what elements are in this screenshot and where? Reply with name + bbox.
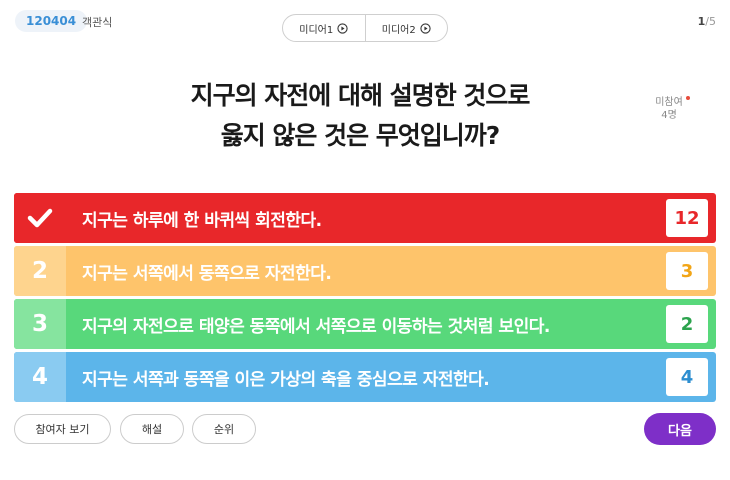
question-line-2: 옳지 않은 것은 무엇입니까? (220, 121, 501, 150)
answer-2-count: 3 (666, 252, 708, 290)
notification-dot (686, 96, 690, 100)
answer-option-4: 4 지구는 서쪽과 동쪽을 이은 가상의 축을 중심으로 자전한다. 4 (14, 352, 716, 402)
next-button[interactable]: 다음 (644, 413, 716, 445)
answer-option-2: 2 지구는 서쪽에서 동쪽으로 자전한다. 3 (14, 246, 716, 296)
answer-list: 지구는 하루에 한 바퀴씩 회전한다. 12 2 지구는 서쪽에서 동쪽으로 자… (14, 193, 716, 405)
explanation-button[interactable]: 해설 (120, 414, 184, 444)
answer-1-marker (14, 193, 66, 243)
play-circle-icon (337, 22, 348, 34)
answer-3-marker: 3 (14, 299, 66, 349)
media1-label: 미디어1 (299, 24, 334, 36)
answer-option-1: 지구는 하루에 한 바퀴씩 회전한다. 12 (14, 193, 716, 243)
play-circle-icon (420, 22, 431, 34)
media1-button[interactable]: 미디어1 (283, 15, 365, 41)
answer-4-text: 지구는 서쪽과 동쪽을 이은 가상의 축을 중심으로 자전한다. (82, 369, 490, 390)
media2-button[interactable]: 미디어2 (364, 15, 448, 41)
absent-count: 4명 (661, 110, 677, 121)
answer-option-3: 3 지구의 자전으로 태양은 동쪽에서 서쪽으로 이동하는 것처럼 보인다. 2 (14, 299, 716, 349)
absent-indicator: 미참여 4명 (645, 96, 693, 122)
answer-4-marker: 4 (14, 352, 66, 402)
answer-2-text: 지구는 서쪽에서 동쪽으로 자전한다. (82, 263, 332, 284)
media-button-group: 미디어1 미디어2 (282, 14, 448, 42)
answer-1-text: 지구는 하루에 한 바퀴씩 회전한다. (82, 210, 322, 231)
page-counter: 1/5 (698, 15, 716, 28)
answer-3-text: 지구의 자전으로 태양은 동쪽에서 서쪽으로 이동하는 것처럼 보인다. (82, 316, 550, 337)
check-icon (27, 208, 53, 228)
question-text: 지구의 자전에 대해 설명한 것으로 옳지 않은 것은 무엇입니까? (110, 76, 610, 156)
view-participants-button[interactable]: 참여자 보기 (14, 414, 111, 444)
question-line-1: 지구의 자전에 대해 설명한 것으로 (190, 81, 531, 110)
ranking-button[interactable]: 순위 (192, 414, 256, 444)
answer-3-count: 2 (666, 305, 708, 343)
quiz-type-label: 객관식 (82, 16, 113, 29)
answer-1-count: 12 (666, 199, 708, 237)
page-total: /5 (705, 15, 716, 28)
quiz-id-badge: 120404 (15, 10, 88, 32)
answer-4-count: 4 (666, 358, 708, 396)
answer-2-marker: 2 (14, 246, 66, 296)
media2-label: 미디어2 (381, 24, 416, 36)
